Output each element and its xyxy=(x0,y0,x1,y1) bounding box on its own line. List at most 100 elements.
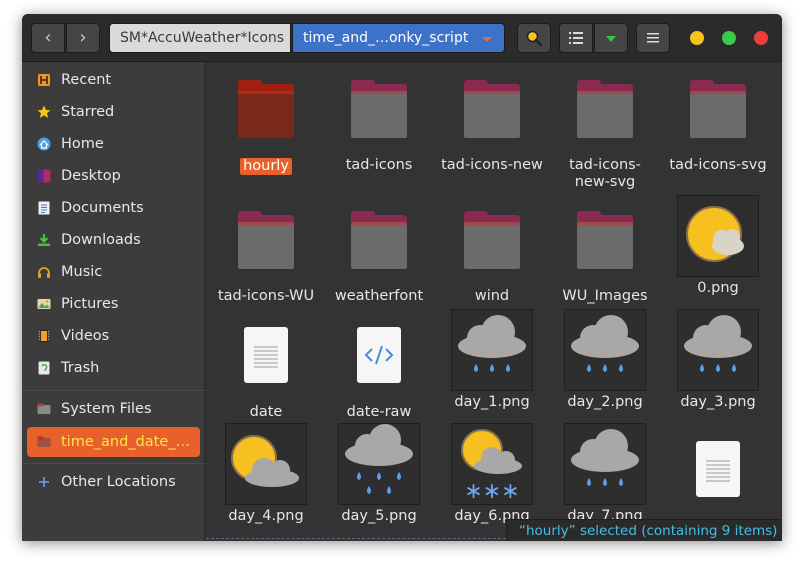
sidebar-item-label: Recent xyxy=(61,72,112,88)
sidebar-item-time-and-date[interactable]: time_and_date_… xyxy=(27,427,200,457)
caret-down-icon[interactable] xyxy=(482,37,492,42)
drive-icon xyxy=(37,403,51,414)
trash-icon xyxy=(38,361,50,375)
desktop-icon xyxy=(37,169,51,183)
sun-cloud-icon xyxy=(231,435,299,487)
file-item-code[interactable]: date-raw xyxy=(322,318,436,421)
sidebar-item-system-files[interactable]: System Files xyxy=(27,394,200,424)
file-grid: hourly tad-icons tad-icons-new tad-icons… xyxy=(206,62,782,541)
sidebar-item-trash[interactable]: Trash xyxy=(27,353,200,383)
folder-icon xyxy=(224,202,308,286)
sidebar: Recent Starred Home Desktop Documents Do… xyxy=(22,62,205,541)
folder-icon xyxy=(563,71,647,155)
file-item-image[interactable]: day_2.png xyxy=(548,308,662,411)
rubberband-divider xyxy=(206,538,506,539)
sidebar-item-label: Videos xyxy=(61,328,110,344)
sidebar-item-home[interactable]: Home xyxy=(27,129,200,159)
file-item-image[interactable]: 0.png xyxy=(661,194,775,297)
close-button[interactable] xyxy=(754,31,768,45)
sidebar-item-music[interactable]: Music xyxy=(27,257,200,287)
header-bar: ‹ › SM*AccuWeather*Icons time_and_…onky_… xyxy=(22,14,782,62)
sidebar-item-label: Music xyxy=(61,264,103,280)
search-button[interactable] xyxy=(517,23,551,53)
file-item-folder[interactable]: tad-icons-new-svg xyxy=(548,71,662,191)
file-name: date xyxy=(249,404,283,420)
file-item-folder[interactable]: tad-icons-WU xyxy=(209,202,323,305)
rain-cloud-icon xyxy=(571,429,639,486)
file-name: day_3.png xyxy=(680,394,756,410)
breadcrumb-parent[interactable]: SM*AccuWeather*Icons xyxy=(109,23,291,53)
thumbnail xyxy=(563,422,647,506)
thumbnail: ∗∗∗ xyxy=(450,422,534,506)
file-item-text[interactable]: date xyxy=(209,318,323,421)
file-item-image[interactable]: day_7.png xyxy=(548,422,662,525)
forward-button[interactable]: › xyxy=(66,23,100,53)
sidebar-item-other-locations[interactable]: Other Locations xyxy=(27,467,200,497)
maximize-button[interactable] xyxy=(722,31,736,45)
file-name: hourly xyxy=(240,158,292,175)
rain-cloud-icon xyxy=(458,315,526,372)
thumbnail xyxy=(676,432,760,516)
view-options-button[interactable] xyxy=(594,23,628,53)
file-name: 0.png xyxy=(697,280,739,296)
file-name: tad-icons-new xyxy=(441,157,543,173)
file-name: WU_Images xyxy=(562,288,648,304)
music-icon xyxy=(38,267,50,278)
text-document-icon xyxy=(244,327,288,383)
file-name: day_4.png xyxy=(228,508,304,524)
videos-icon xyxy=(38,329,50,343)
file-item-image[interactable]: day_3.png xyxy=(661,308,775,411)
sidebar-item-label: Downloads xyxy=(61,232,141,248)
minimize-button[interactable] xyxy=(690,31,704,45)
folder-icon xyxy=(563,202,647,286)
file-name: tad-icons xyxy=(345,157,413,173)
sidebar-item-label: Desktop xyxy=(61,168,121,184)
list-view-icon xyxy=(569,32,583,44)
sidebar-item-recent[interactable]: Recent xyxy=(27,65,200,95)
file-item-folder[interactable]: WU_Images xyxy=(548,202,662,305)
rain-cloud-icon xyxy=(684,315,752,372)
thumbnail xyxy=(224,422,308,506)
home-icon xyxy=(37,137,51,151)
file-item-folder[interactable]: tad-icons xyxy=(322,71,436,174)
file-manager-window: ‹ › SM*AccuWeather*Icons time_and_…onky_… xyxy=(22,14,782,541)
text-document-icon xyxy=(696,441,740,497)
sidebar-item-documents[interactable]: Documents xyxy=(27,193,200,223)
heavy-rain-cloud-icon xyxy=(345,424,413,494)
folder-icon xyxy=(337,71,421,155)
file-item-folder[interactable]: hourly xyxy=(209,71,323,175)
list-view-button[interactable] xyxy=(559,23,593,53)
sidebar-item-pictures[interactable]: Pictures xyxy=(27,289,200,319)
sidebar-item-desktop[interactable]: Desktop xyxy=(27,161,200,191)
breadcrumb-current[interactable]: time_and_…onky_script xyxy=(292,23,505,53)
file-item-folder[interactable]: tad-icons-svg xyxy=(661,71,775,174)
pictures-icon xyxy=(37,299,51,309)
file-item-image[interactable]: ∗∗∗ day_6.png xyxy=(435,422,549,525)
thumbnail xyxy=(450,308,534,392)
file-item-folder[interactable]: wind xyxy=(435,202,549,305)
file-item-folder[interactable]: weatherfont xyxy=(322,202,436,305)
file-name: day_2.png xyxy=(567,394,643,410)
svg-text:∗∗∗: ∗∗∗ xyxy=(464,479,519,504)
back-button[interactable]: ‹ xyxy=(31,23,65,53)
sidebar-separator xyxy=(22,390,205,391)
file-item-folder[interactable]: tad-icons-new xyxy=(435,71,549,174)
sidebar-item-videos[interactable]: Videos xyxy=(27,321,200,351)
file-name: weatherfont xyxy=(334,288,424,304)
thumbnail xyxy=(224,318,308,402)
file-item-image[interactable]: day_5.png xyxy=(322,422,436,525)
plus-icon xyxy=(39,477,49,487)
sidebar-item-label: System Files xyxy=(61,401,152,417)
file-item-image[interactable]: day_4.png xyxy=(209,422,323,525)
triangle-down-icon xyxy=(606,36,616,42)
sidebar-item-downloads[interactable]: Downloads xyxy=(27,225,200,255)
sidebar-item-starred[interactable]: Starred xyxy=(27,97,200,127)
thumbnail xyxy=(337,422,421,506)
file-item-image[interactable]: day_1.png xyxy=(435,308,549,411)
sidebar-item-label: Pictures xyxy=(61,296,119,312)
rain-cloud-icon xyxy=(571,315,639,372)
menu-button[interactable] xyxy=(636,23,670,53)
search-icon xyxy=(526,30,543,47)
file-name: tad-icons-new-svg xyxy=(569,157,641,190)
folder-icon xyxy=(337,202,421,286)
